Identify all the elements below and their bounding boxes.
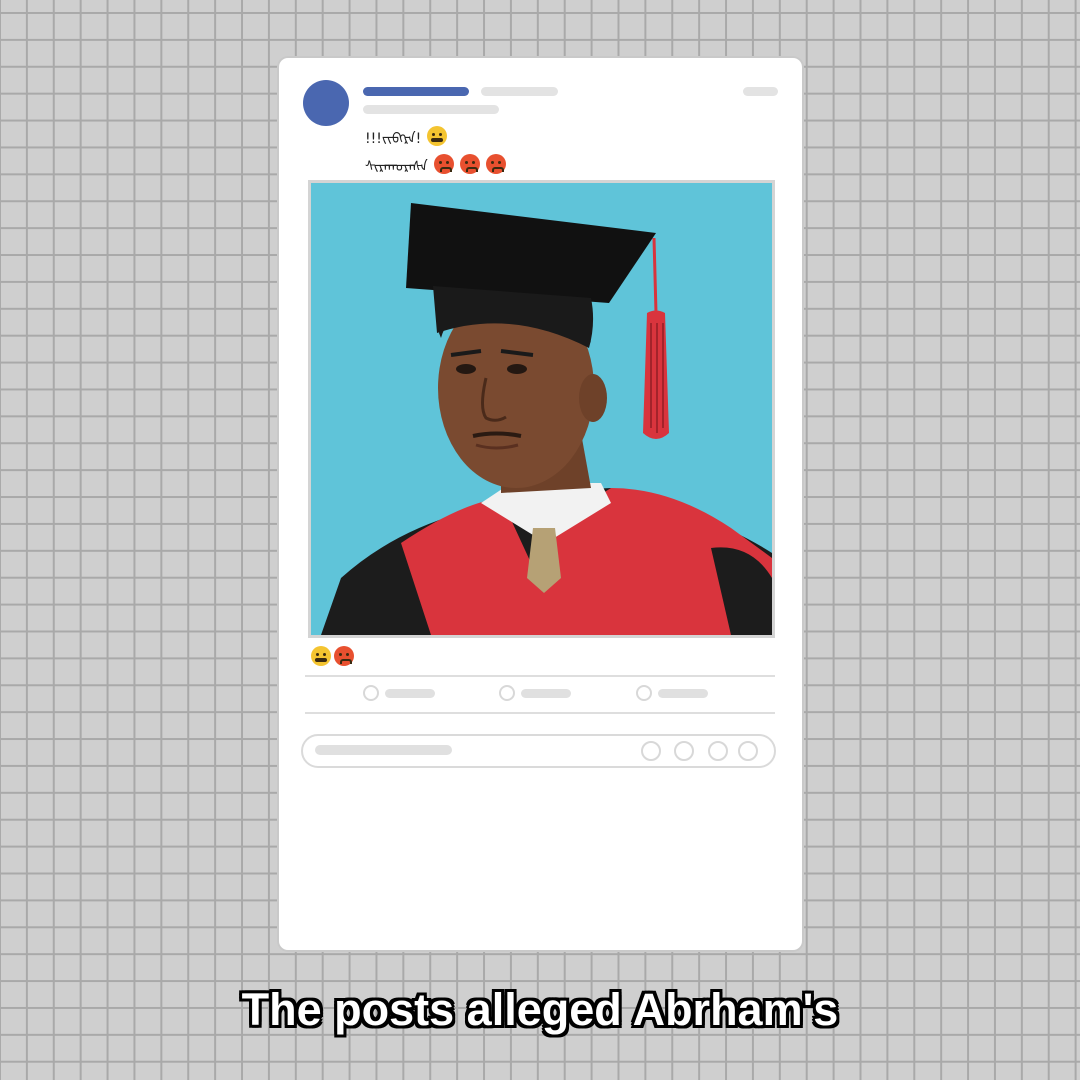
share-icon	[636, 685, 652, 701]
camera-icon[interactable]	[674, 741, 694, 761]
comment-placeholder-bar	[315, 745, 452, 755]
emoji-picker-icon[interactable]	[641, 741, 661, 761]
grimacing-emoji-icon	[427, 126, 448, 146]
caption-text-2: ᠰᠢᠷᠠᠬᠤᠷᠠᠰᠠ	[365, 159, 428, 175]
angry-emoji-icon	[433, 154, 454, 174]
post-options-placeholder[interactable]	[743, 87, 778, 96]
like-icon	[363, 685, 379, 701]
reaction-summary[interactable]	[311, 646, 354, 666]
gif-icon[interactable]	[708, 741, 728, 761]
video-subtitle: The posts alleged Abrham's	[241, 984, 839, 1035]
comment-label-placeholder	[521, 688, 571, 698]
graduation-portrait-image	[311, 183, 772, 635]
post-timestamp-placeholder	[363, 105, 499, 114]
divider	[305, 675, 775, 677]
angry-emoji-icon	[334, 646, 354, 666]
post-photo[interactable]	[308, 180, 775, 638]
grimacing-emoji-icon	[311, 646, 331, 666]
angry-emoji-icon	[459, 154, 480, 174]
angry-emoji-icon	[485, 154, 506, 174]
like-button[interactable]	[363, 685, 435, 701]
comment-icon	[499, 685, 515, 701]
share-label-placeholder	[658, 688, 708, 698]
like-label-placeholder	[385, 688, 435, 698]
divider	[305, 712, 775, 714]
post-caption-line-1: !!!ᠵᠢᠪᠭᠷᠠ!	[365, 124, 448, 148]
caption-text-1: !!!ᠵᠢᠪᠭᠷᠠ!	[365, 131, 422, 147]
post-meta-placeholder	[481, 87, 558, 96]
sticker-icon[interactable]	[738, 741, 758, 761]
author-avatar[interactable]	[303, 80, 349, 126]
social-post-card: !!!ᠵᠢᠪᠭᠷᠠ! ᠰᠢᠷᠠᠬᠤᠷᠠᠰᠠ	[279, 58, 802, 950]
comment-input[interactable]	[301, 734, 776, 768]
comment-button[interactable]	[499, 685, 571, 701]
author-name-placeholder[interactable]	[363, 87, 469, 96]
share-button[interactable]	[636, 685, 708, 701]
post-caption-line-2: ᠰᠢᠷᠠᠬᠤᠷᠠᠰᠠ	[365, 152, 506, 176]
